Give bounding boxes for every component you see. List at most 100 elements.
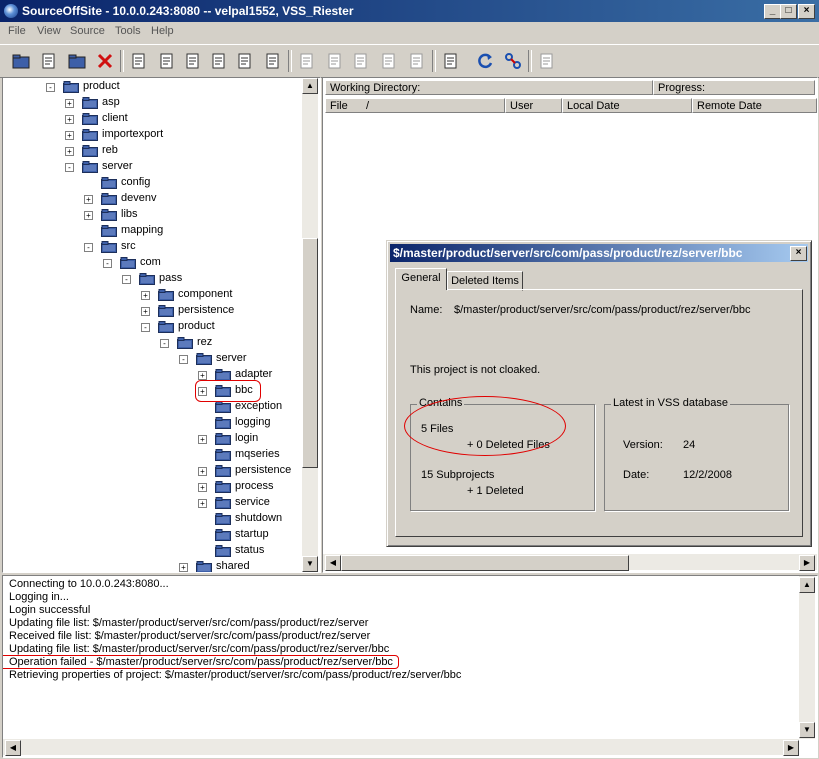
folder-icon bbox=[215, 417, 231, 429]
dialog-close-button[interactable]: × bbox=[790, 246, 807, 261]
tree-item-label: mapping bbox=[121, 224, 164, 236]
properties-icon[interactable] bbox=[378, 50, 400, 72]
log-vertical-scrollbar[interactable]: ▲ ▼ bbox=[799, 576, 815, 739]
menu-help[interactable]: Help bbox=[151, 25, 174, 37]
expand-icon[interactable]: + bbox=[198, 499, 207, 508]
window-title: SourceOffSite - 10.0.0.243:8080 -- velpa… bbox=[22, 4, 354, 18]
tree-item-label: importexport bbox=[102, 128, 164, 140]
check-out-icon[interactable] bbox=[156, 50, 178, 72]
folder-icon bbox=[196, 561, 212, 572]
scroll-down-icon[interactable]: ▼ bbox=[302, 556, 318, 572]
expand-icon[interactable]: + bbox=[198, 467, 207, 476]
column-user[interactable]: User bbox=[505, 98, 562, 113]
tree-item-label: product bbox=[83, 80, 120, 92]
tree-item-label: server bbox=[216, 352, 247, 364]
diff-icon[interactable] bbox=[350, 50, 372, 72]
add-file-icon[interactable] bbox=[38, 50, 60, 72]
collapse-icon[interactable]: - bbox=[103, 259, 112, 268]
open-folder-icon[interactable] bbox=[10, 50, 32, 72]
expand-icon[interactable]: + bbox=[198, 371, 207, 380]
log-scroll-down-icon[interactable]: ▼ bbox=[799, 722, 815, 738]
scroll-left-icon[interactable]: ◀ bbox=[325, 555, 341, 571]
collapse-icon[interactable]: - bbox=[122, 275, 131, 284]
view-icon[interactable] bbox=[296, 50, 318, 72]
file-list-horizontal-scrollbar[interactable]: ◀ ▶ bbox=[323, 554, 817, 571]
check-in-icon[interactable] bbox=[182, 50, 204, 72]
branch-icon[interactable] bbox=[262, 50, 284, 72]
scroll-right-icon[interactable]: ▶ bbox=[799, 555, 815, 571]
tree-vertical-scrollbar[interactable]: ▲ ▼ bbox=[302, 78, 318, 572]
collapse-icon[interactable]: - bbox=[141, 323, 150, 332]
collapse-icon[interactable]: - bbox=[84, 243, 93, 252]
history-icon[interactable] bbox=[440, 50, 462, 72]
tree-scroll-thumb[interactable] bbox=[302, 238, 318, 468]
collapse-icon[interactable]: - bbox=[46, 83, 55, 92]
version-label: Version: bbox=[623, 439, 663, 451]
folder-icon bbox=[101, 177, 117, 189]
menu-view[interactable]: View bbox=[37, 25, 61, 37]
expand-icon[interactable]: + bbox=[141, 291, 150, 300]
log-scroll-left-icon[interactable]: ◀ bbox=[5, 740, 21, 756]
tree-item-label: login bbox=[235, 432, 259, 444]
bbc-annotation-mark bbox=[195, 380, 261, 402]
column-remote-date[interactable]: Remote Date bbox=[692, 98, 817, 113]
folder-icon bbox=[82, 145, 98, 157]
tree-item-label: persistence bbox=[178, 304, 235, 316]
maximize-button[interactable]: □ bbox=[780, 4, 797, 19]
expand-icon[interactable]: + bbox=[179, 563, 188, 572]
log-horizontal-scrollbar[interactable]: ◀ ▶ bbox=[3, 739, 799, 756]
tree-item-label: component bbox=[178, 288, 233, 300]
folder-icon bbox=[215, 401, 231, 413]
log-line: Received file list: $/master/product/ser… bbox=[9, 630, 371, 642]
expand-icon[interactable]: + bbox=[84, 195, 93, 204]
undo-checkout-icon[interactable] bbox=[208, 50, 230, 72]
app-icon bbox=[4, 4, 18, 18]
expand-icon[interactable]: + bbox=[198, 483, 207, 492]
folder-icon bbox=[215, 529, 231, 541]
name-value: $/master/product/server/src/com/pass/pro… bbox=[454, 304, 751, 316]
file-list-scroll-thumb[interactable] bbox=[341, 555, 629, 571]
add-folder-icon[interactable] bbox=[66, 50, 88, 72]
expand-icon[interactable]: + bbox=[65, 99, 74, 108]
link-icon[interactable] bbox=[502, 50, 524, 72]
scroll-up-icon[interactable]: ▲ bbox=[302, 78, 318, 94]
edit-icon[interactable] bbox=[324, 50, 346, 72]
refresh-icon[interactable] bbox=[474, 50, 496, 72]
log-scroll-up-icon[interactable]: ▲ bbox=[799, 577, 815, 593]
minimize-button[interactable]: _ bbox=[764, 4, 781, 19]
tab-general[interactable]: General bbox=[395, 268, 447, 290]
column-local-date[interactable]: Local Date bbox=[562, 98, 692, 113]
copy-icon[interactable] bbox=[406, 50, 428, 72]
expand-icon[interactable]: + bbox=[141, 307, 150, 316]
close-button[interactable]: × bbox=[798, 4, 815, 19]
share-icon[interactable] bbox=[234, 50, 256, 72]
log-panel: Connecting to 10.0.0.243:8080... Logging … bbox=[2, 575, 818, 758]
get-latest-icon[interactable] bbox=[128, 50, 150, 72]
menu-tools[interactable]: Tools bbox=[115, 25, 141, 37]
folder-icon bbox=[120, 257, 136, 269]
dialog-title: $/master/product/server/src/com/pass/pro… bbox=[393, 246, 743, 260]
progress-label: Progress: bbox=[653, 80, 815, 95]
tree-item-label: pass bbox=[159, 272, 183, 284]
column-file[interactable]: File / bbox=[325, 98, 505, 113]
collapse-icon[interactable]: - bbox=[160, 339, 169, 348]
label-icon[interactable] bbox=[536, 50, 558, 72]
expand-icon[interactable]: + bbox=[198, 435, 207, 444]
log-line: Connecting to 10.0.0.243:8080... bbox=[9, 578, 169, 590]
subprojects-count: 15 Subprojects bbox=[421, 469, 495, 481]
expand-icon[interactable]: + bbox=[65, 115, 74, 124]
expand-icon[interactable]: + bbox=[84, 211, 93, 220]
menu-file[interactable]: File bbox=[8, 25, 26, 37]
tab-deleted-items[interactable]: Deleted Items bbox=[447, 271, 523, 291]
tree-item-label: asp bbox=[102, 96, 120, 108]
log-scroll-right-icon[interactable]: ▶ bbox=[783, 740, 799, 756]
collapse-icon[interactable]: - bbox=[65, 163, 74, 172]
expand-icon[interactable]: + bbox=[65, 131, 74, 140]
expand-icon[interactable]: + bbox=[65, 147, 74, 156]
delete-icon[interactable] bbox=[94, 50, 116, 72]
dialog-title-bar: $/master/product/server/src/com/pass/pro… bbox=[390, 244, 808, 262]
folder-icon bbox=[158, 289, 174, 301]
folder-icon bbox=[82, 129, 98, 141]
collapse-icon[interactable]: - bbox=[179, 355, 188, 364]
menu-source[interactable]: Source bbox=[70, 25, 105, 37]
